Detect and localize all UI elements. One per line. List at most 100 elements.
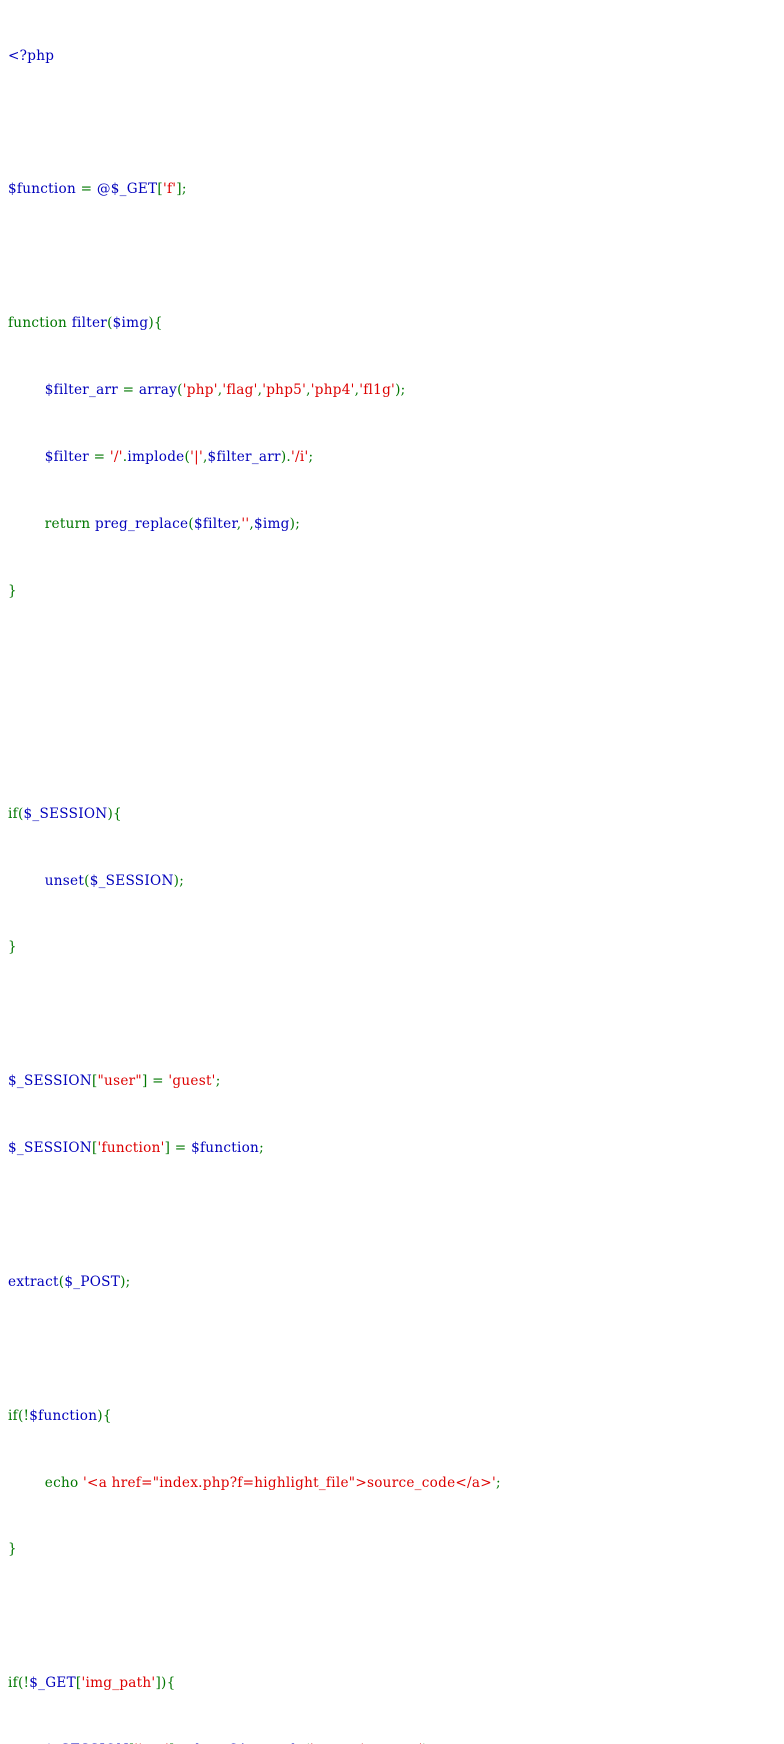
paren-close-semicolon: ); [395, 382, 406, 399]
string-php5: 'php5' [262, 382, 307, 399]
call-extract: extract [8, 1273, 59, 1290]
bracket-close: ] = [169, 1742, 195, 1744]
code-line: unset($_SESSION); [8, 870, 784, 892]
string-user-key: "user" [97, 1073, 142, 1090]
call-implode: implode [127, 448, 185, 465]
variable-filter: $filter [44, 448, 94, 465]
code-line: $_SESSION["user"] = 'guest'; [8, 1070, 784, 1092]
superglobal-post: $_POST [64, 1273, 121, 1290]
superglobal-get: $_GET [29, 1675, 76, 1692]
code-line: $_SESSION['function'] = $function; [8, 1137, 784, 1159]
paren-close-semicolon: ); [289, 515, 301, 532]
variable-function-ref: $function [191, 1140, 260, 1157]
code-line: $_SESSION['img'] = base64_encode('guest_… [8, 1739, 784, 1744]
call-array: array [138, 382, 178, 399]
string-f: 'f' [162, 181, 177, 198]
keyword-return: return [44, 515, 95, 532]
keyword-function: function [8, 315, 72, 332]
semicolon: ; [308, 448, 314, 465]
param-img: $img [112, 315, 149, 332]
variable-img-ref: $img [253, 515, 290, 532]
brace-close: } [8, 582, 17, 599]
semicolon: ; [259, 1140, 264, 1157]
assign-operator: = [80, 181, 97, 198]
semicolon: ; [215, 1073, 221, 1090]
bracket-close: ] = [164, 1140, 192, 1157]
superglobal-session: $_SESSION [45, 1742, 129, 1744]
string-php4: 'php4' [310, 382, 355, 399]
paren-open: (! [17, 1675, 30, 1692]
keyword-if: if [8, 805, 18, 822]
code-line: $filter_arr = array('php','flag','php5',… [8, 379, 784, 401]
string-guest-img: 'guest_img.png' [310, 1742, 423, 1744]
brace-close: } [8, 1541, 17, 1558]
code-line: function filter($img){ [8, 312, 784, 334]
variable-function-ref: $function [29, 1407, 98, 1424]
php-open-tag: <?php [8, 47, 55, 64]
bracket-close-brace: ]){ [155, 1675, 176, 1692]
call-base64-encode: base64_encode [195, 1742, 304, 1744]
string-php: 'php' [182, 382, 218, 399]
call-unset: unset [44, 872, 85, 889]
variable-filter-ref: $filter [193, 515, 237, 532]
superglobal-session: $_SESSION [23, 805, 108, 822]
code-line: if($_SESSION){ [8, 803, 784, 825]
call-preg-replace: preg_replace [95, 515, 189, 532]
paren-close-concat: ). [280, 448, 291, 465]
bracket-close-semicolon: ]; [176, 181, 187, 198]
code-line: return preg_replace($filter,'',$img); [8, 513, 784, 535]
brace-close: } [8, 939, 17, 956]
string-fl1g: 'fl1g' [359, 382, 396, 399]
variable-filter-arr: $filter_arr [44, 382, 123, 399]
function-name-filter: filter [71, 315, 108, 332]
string-anchor-html: '<a href="index.php?f=highlight_file">so… [83, 1474, 496, 1491]
paren-close-semicolon: ); [423, 1742, 433, 1744]
code-line: $filter = '/'.implode('|',$filter_arr).'… [8, 446, 784, 468]
string-guest: 'guest' [168, 1073, 216, 1090]
string-img-key: 'img' [134, 1742, 169, 1744]
superglobal-session: $_SESSION [8, 1073, 92, 1090]
code-line: echo '<a href="index.php?f=highlight_fil… [8, 1472, 784, 1494]
bracket-close: ] = [141, 1073, 169, 1090]
code-line: <?php [8, 45, 784, 67]
superglobal-session: $_SESSION [89, 872, 174, 889]
paren-close-brace: ){ [148, 315, 163, 332]
keyword-echo: echo [44, 1474, 84, 1491]
variable-filter-arr-ref: $filter_arr [207, 448, 281, 465]
assign-operator: = [122, 382, 139, 399]
variable-function: $function [8, 181, 81, 198]
paren-open: (! [17, 1407, 30, 1424]
code-line: extract($_POST); [8, 1271, 784, 1293]
paren-close-semicolon: ); [120, 1273, 131, 1290]
keyword-if: if [8, 1675, 18, 1692]
semicolon: ; [495, 1474, 501, 1491]
string-function-key: 'function' [97, 1140, 165, 1157]
string-regex-flags: '/i' [291, 448, 309, 465]
paren-close-brace: ){ [107, 805, 122, 822]
paren-close-semicolon: ); [173, 872, 185, 889]
string-img-path-key: 'img_path' [81, 1675, 156, 1692]
superglobal-session: $_SESSION [8, 1140, 92, 1157]
code-line: } [8, 580, 784, 602]
keyword-if: if [8, 1407, 18, 1424]
code-line: if(!$_GET['img_path']){ [8, 1672, 784, 1694]
string-slash: '/' [109, 448, 123, 465]
code-line: $function = @$_GET['f']; [8, 178, 784, 200]
paren-close-brace: ){ [97, 1407, 112, 1424]
code-line: } [8, 936, 784, 958]
